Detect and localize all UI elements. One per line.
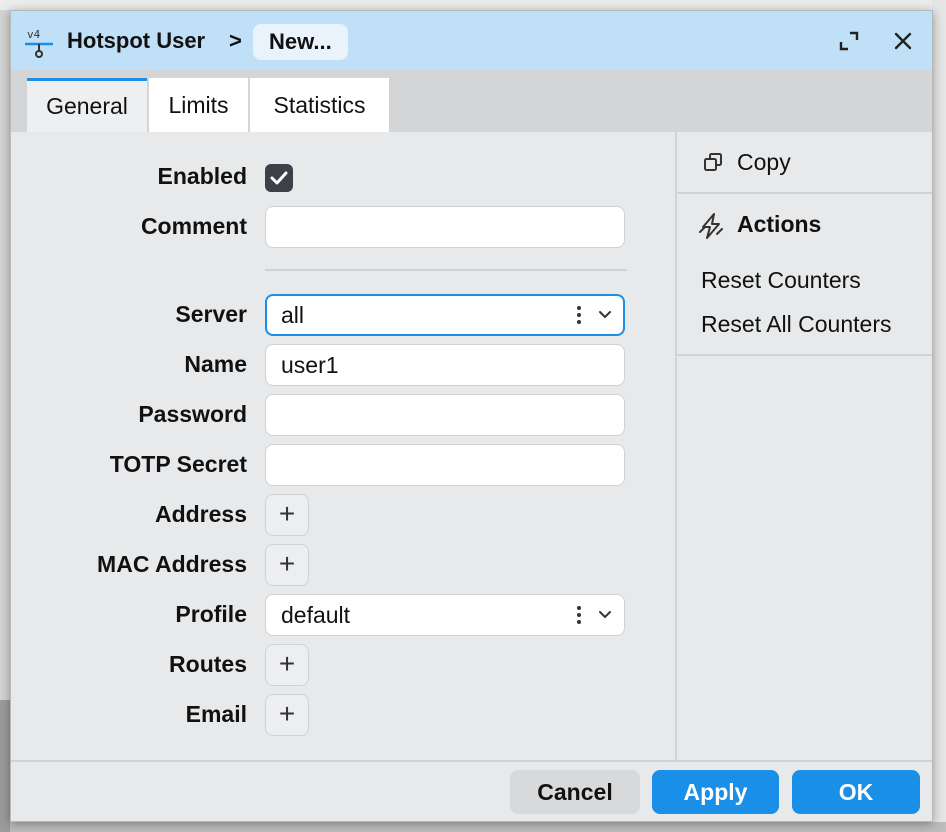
email-label: Email <box>185 701 247 727</box>
server-value: all <box>281 302 305 328</box>
profile-value: default <box>281 602 351 628</box>
password-input[interactable] <box>265 394 625 436</box>
profile-label: Profile <box>175 601 247 627</box>
server-select[interactable]: all <box>265 294 625 336</box>
lightning-icon <box>699 213 723 239</box>
ipv4-network-icon: v4 <box>25 28 53 58</box>
side-divider <box>677 354 932 356</box>
profile-select[interactable]: default <box>265 594 625 636</box>
hotspot-user-dialog: v4 Hotspot User > New... General Limits … <box>10 10 933 822</box>
title-bar: v4 Hotspot User > New... <box>11 11 932 70</box>
chevron-down-icon[interactable] <box>598 307 612 321</box>
name-label: Name <box>184 351 247 377</box>
totp-secret-input[interactable] <box>265 444 625 486</box>
apply-button[interactable]: Apply <box>652 770 779 814</box>
add-email-button[interactable]: + <box>265 694 309 736</box>
breadcrumb-root[interactable]: Hotspot User <box>67 28 205 54</box>
footer-bar: Cancel Apply OK <box>11 760 932 821</box>
tab-strip: General Limits Statistics <box>11 70 932 132</box>
comment-input[interactable] <box>265 206 625 248</box>
name-input[interactable]: user1 <box>265 344 625 386</box>
comment-label: Comment <box>140 213 247 239</box>
routes-label: Routes <box>169 651 247 677</box>
tab-statistics[interactable]: Statistics <box>250 78 389 132</box>
backdrop-left <box>0 700 10 832</box>
more-options-icon[interactable] <box>576 604 582 626</box>
cancel-button[interactable]: Cancel <box>510 770 640 814</box>
totp-secret-label: TOTP Secret <box>109 451 247 477</box>
server-label: Server <box>175 301 247 327</box>
ok-button[interactable]: OK <box>792 770 920 814</box>
actions-header: Actions <box>677 194 932 254</box>
checkmark-icon <box>270 171 288 185</box>
chevron-down-icon[interactable] <box>598 607 612 621</box>
restore-window-icon[interactable] <box>837 29 861 53</box>
copy-icon <box>704 153 722 171</box>
backdrop-bottom <box>0 822 946 832</box>
mac-address-label: MAC Address <box>97 551 247 577</box>
tab-limits[interactable]: Limits <box>149 78 248 132</box>
add-address-button[interactable]: + <box>265 494 309 536</box>
svg-text:v4: v4 <box>27 28 41 41</box>
more-options-icon[interactable] <box>576 304 582 326</box>
side-panel: Copy Actions Reset Counters Reset All Co… <box>675 132 932 760</box>
breadcrumb-current: New... <box>253 24 348 60</box>
actions-title: Actions <box>737 211 822 237</box>
copy-button[interactable]: Copy <box>677 132 932 194</box>
breadcrumb-separator: > <box>229 28 242 53</box>
reset-counters-action[interactable]: Reset Counters <box>701 267 861 294</box>
enabled-checkbox[interactable] <box>265 164 293 192</box>
copy-label: Copy <box>737 149 791 175</box>
tab-general[interactable]: General <box>27 78 147 132</box>
close-icon[interactable] <box>891 29 915 53</box>
section-divider <box>265 269 627 271</box>
address-label: Address <box>154 501 247 527</box>
reset-all-counters-action[interactable]: Reset All Counters <box>701 311 891 338</box>
password-label: Password <box>138 401 247 427</box>
general-form: Enabled Comment Server all Name user1 Pa… <box>11 132 675 760</box>
backdrop-top <box>0 0 946 10</box>
enabled-label: Enabled <box>157 163 247 189</box>
add-routes-button[interactable]: + <box>265 644 309 686</box>
add-mac-address-button[interactable]: + <box>265 544 309 586</box>
backdrop-right <box>932 0 946 832</box>
